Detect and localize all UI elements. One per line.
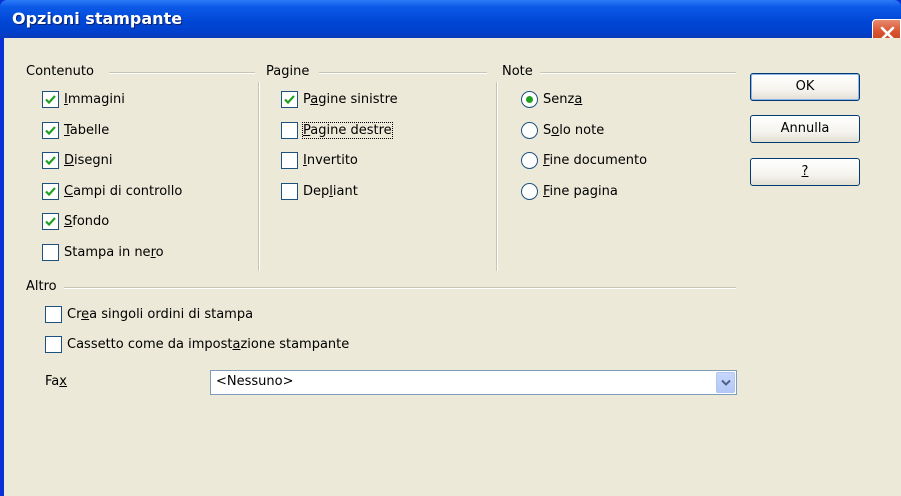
checkmark-icon — [284, 95, 295, 105]
pagine-option-label[interactable]: Invertito — [303, 153, 358, 168]
note-option-radio[interactable] — [521, 182, 538, 200]
pagine-option-checkbox[interactable] — [281, 152, 298, 169]
fax-combobox[interactable]: <Nessuno> — [210, 370, 737, 395]
contenuto-option-checkbox[interactable] — [42, 91, 59, 108]
group-pagine-label: Pagine — [266, 64, 310, 79]
checkmark-icon — [45, 95, 56, 105]
contenuto-option-label[interactable]: Tabelle — [64, 123, 109, 138]
contenuto-option-label[interactable]: Disegni — [64, 153, 113, 168]
note-option-radio[interactable] — [521, 152, 538, 169]
note-option-label[interactable]: Senza — [543, 92, 582, 107]
group-note-label: Note — [502, 64, 533, 79]
contenuto-option-label[interactable]: Campi di controllo — [64, 184, 182, 199]
fax-label: Fax — [45, 374, 67, 389]
pagine-option-checkbox[interactable] — [281, 121, 298, 139]
contenuto-option-label[interactable]: Immagini — [64, 92, 125, 107]
dialog-title: Opzioni stampante — [12, 9, 183, 28]
pagine-option-label[interactable]: Depliant — [303, 184, 358, 199]
chevron-down-icon — [721, 379, 731, 386]
group-altro-separator — [64, 287, 736, 289]
vertical-divider-left — [258, 82, 260, 271]
contenuto-option-label[interactable]: Stampa in nero — [64, 245, 164, 260]
note-option-label[interactable]: Fine pagina — [543, 184, 618, 199]
contenuto-option-checkbox[interactable] — [42, 213, 59, 230]
fax-dropdown-button[interactable] — [716, 372, 735, 393]
checkmark-icon — [45, 186, 56, 196]
dialog-body: Contenuto Immagini Tabelle Disegni Campi di… — [4, 38, 901, 496]
vertical-divider-right — [496, 82, 498, 271]
altro-option-checkbox[interactable] — [45, 306, 62, 323]
contenuto-option-checkbox[interactable] — [42, 121, 59, 139]
ok-button[interactable]: OK — [750, 73, 860, 101]
title-bar[interactable]: Opzioni stampante — [0, 0, 901, 38]
group-altro-label: Altro — [26, 279, 57, 294]
pagine-option-label[interactable]: Pagine sinistre — [303, 92, 398, 107]
cancel-button[interactable]: Annulla — [750, 115, 860, 143]
pagine-option-label[interactable]: Pagine destre — [302, 121, 393, 139]
altro-option-checkbox[interactable] — [45, 336, 62, 353]
group-pagine-separator — [319, 72, 487, 74]
fax-label-pre: Fa — [45, 374, 60, 389]
dialog-window: Opzioni stampante Contenuto Immagini Tabe… — [0, 0, 901, 496]
checkmark-icon — [45, 156, 56, 166]
pagine-option-checkbox[interactable] — [281, 182, 298, 200]
note-option-label[interactable]: Fine documento — [543, 153, 647, 168]
checkmark-icon — [45, 125, 56, 135]
pagine-option-checkbox[interactable] — [281, 91, 298, 108]
contenuto-option-label[interactable]: Sfondo — [64, 214, 109, 229]
note-option-radio[interactable] — [521, 121, 538, 139]
help-button-label: ? — [801, 164, 809, 179]
help-button[interactable]: ? — [750, 158, 860, 186]
fax-label-accel: x — [59, 374, 67, 389]
group-contenuto-separator — [109, 72, 255, 74]
contenuto-option-checkbox[interactable] — [42, 182, 59, 200]
fax-combobox-value: <Nessuno> — [216, 374, 294, 389]
radio-dot-icon — [526, 96, 533, 103]
group-note-separator — [540, 72, 736, 74]
altro-option-label[interactable]: Cassetto come da impostazione stampante — [67, 337, 349, 352]
altro-option-label[interactable]: Crea singoli ordini di stampa — [67, 307, 253, 322]
contenuto-option-checkbox[interactable] — [42, 243, 59, 261]
group-contenuto-label: Contenuto — [26, 64, 94, 79]
checkmark-icon — [45, 217, 56, 227]
note-option-label[interactable]: Solo note — [543, 123, 604, 138]
contenuto-option-checkbox[interactable] — [42, 152, 59, 169]
note-option-radio[interactable] — [521, 91, 538, 108]
